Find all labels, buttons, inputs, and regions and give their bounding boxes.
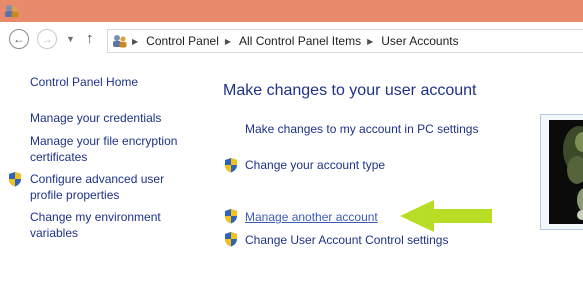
navigation-bar: ← → ▼ ↑ ▶ Control Panel ▶ All Control Pa…: [0, 22, 583, 60]
user-accounts-icon: [5, 5, 19, 18]
manage-credentials-link[interactable]: Manage your credentials: [30, 110, 195, 126]
photo-image: [549, 120, 583, 224]
breadcrumb: ▶ Control Panel ▶ All Control Panel Item…: [132, 30, 459, 52]
page-title: Make changes to your user account: [223, 82, 477, 99]
up-arrow-icon: ↑: [86, 30, 94, 47]
control-panel-home-link[interactable]: Control Panel Home: [30, 74, 138, 90]
uac-shield-icon: [225, 158, 237, 173]
pc-settings-link[interactable]: Make changes to my account in PC setting…: [245, 121, 478, 137]
uac-shield-icon: [225, 232, 237, 247]
breadcrumb-separator-icon[interactable]: ▶: [225, 37, 231, 46]
recent-locations-button[interactable]: ▼: [66, 34, 75, 44]
breadcrumb-separator-icon[interactable]: ▶: [132, 37, 138, 46]
green-arrow-icon: [400, 200, 492, 232]
address-bar[interactable]: ▶ Control Panel ▶ All Control Panel Item…: [107, 29, 583, 53]
back-button[interactable]: ←: [9, 29, 29, 49]
account-photo: [549, 120, 583, 224]
forward-button[interactable]: →: [37, 29, 57, 49]
breadcrumb-all-items[interactable]: All Control Panel Items: [239, 34, 361, 48]
breadcrumb-separator-icon[interactable]: ▶: [367, 37, 373, 46]
account-picture[interactable]: [540, 114, 583, 230]
window-titlebar[interactable]: [0, 0, 583, 22]
manage-another-account-link[interactable]: Manage another account: [245, 209, 378, 225]
file-encryption-link[interactable]: Manage your file encryption certificates: [30, 133, 195, 165]
up-button[interactable]: ↑: [86, 29, 94, 49]
uac-shield-icon: [225, 209, 237, 224]
forward-arrow-icon: →: [41, 32, 53, 46]
advanced-profile-link[interactable]: Configure advanced user profile properti…: [30, 171, 195, 203]
back-arrow-icon: ←: [13, 32, 25, 46]
breadcrumb-user-accounts[interactable]: User Accounts: [381, 34, 458, 48]
uac-shield-icon: [9, 172, 21, 187]
environment-variables-link[interactable]: Change my environment variables: [30, 209, 195, 241]
change-account-type-link[interactable]: Change your account type: [245, 157, 385, 173]
uac-settings-link[interactable]: Change User Account Control settings: [245, 232, 448, 248]
chevron-down-icon: ▼: [66, 34, 75, 44]
breadcrumb-control-panel[interactable]: Control Panel: [146, 34, 219, 48]
user-accounts-icon: [113, 35, 127, 48]
